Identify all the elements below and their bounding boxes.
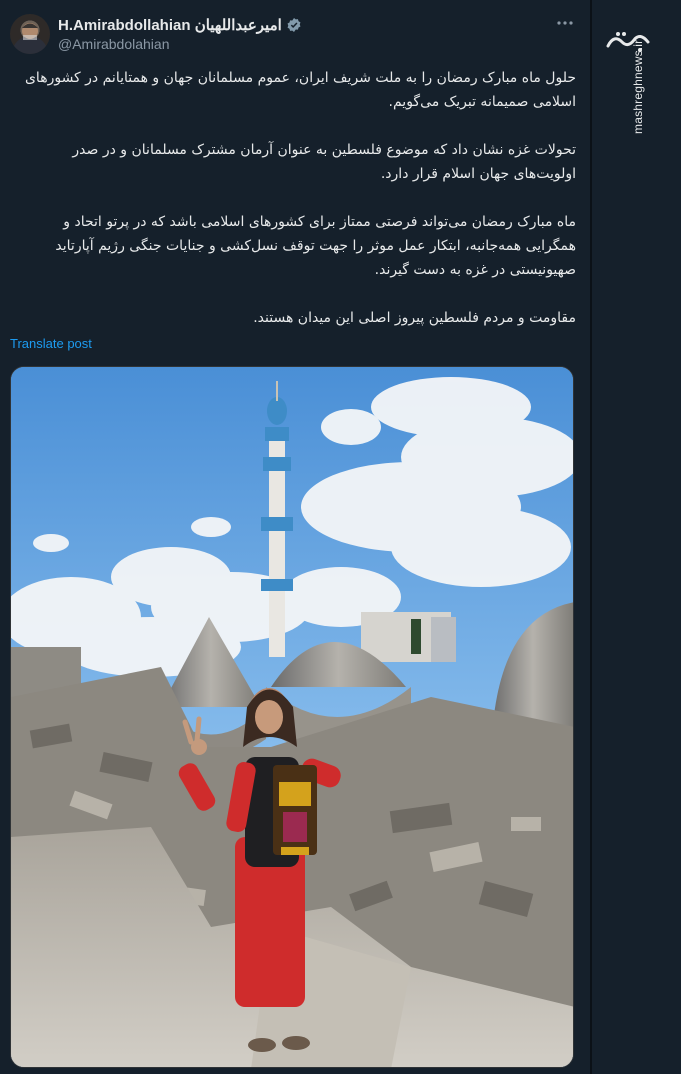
tweet-card: H.Amirabdollahian امیرعبداللهیان @Amirab… bbox=[0, 0, 590, 1074]
author-handle[interactable]: @Amirabdolahian bbox=[58, 36, 170, 52]
post-text: حلول ماه مبارک رمضان را به ملت شریف ایرا… bbox=[10, 66, 576, 354]
more-options-icon[interactable] bbox=[556, 14, 574, 32]
post-paragraph: ماه مبارک رمضان می‌تواند فرصتی ممتاز برا… bbox=[55, 214, 576, 278]
author-avatar[interactable] bbox=[10, 14, 50, 54]
post-paragraph: حلول ماه مبارک رمضان را به ملت شریف ایرا… bbox=[24, 70, 576, 110]
translate-post-link[interactable]: Translate post bbox=[10, 336, 92, 351]
mashregh-logo bbox=[606, 32, 650, 52]
author-display-name[interactable]: H.Amirabdollahian امیرعبداللهیان bbox=[58, 16, 282, 34]
post-photo[interactable] bbox=[10, 366, 574, 1068]
watermark-sidebar: mashreghnews.ir bbox=[592, 0, 681, 1074]
author-name-row[interactable]: H.Amirabdollahian امیرعبداللهیان bbox=[58, 14, 302, 36]
watermark-site: mashreghnews.ir bbox=[631, 39, 645, 134]
post-paragraph: تحولات غزه نشان داد که موضوع فلسطین به ع… bbox=[72, 142, 576, 182]
verified-badge-icon bbox=[286, 17, 302, 33]
post-paragraph: مقاومت و مردم فلسطین پیروز اصلی این میدا… bbox=[253, 310, 576, 326]
